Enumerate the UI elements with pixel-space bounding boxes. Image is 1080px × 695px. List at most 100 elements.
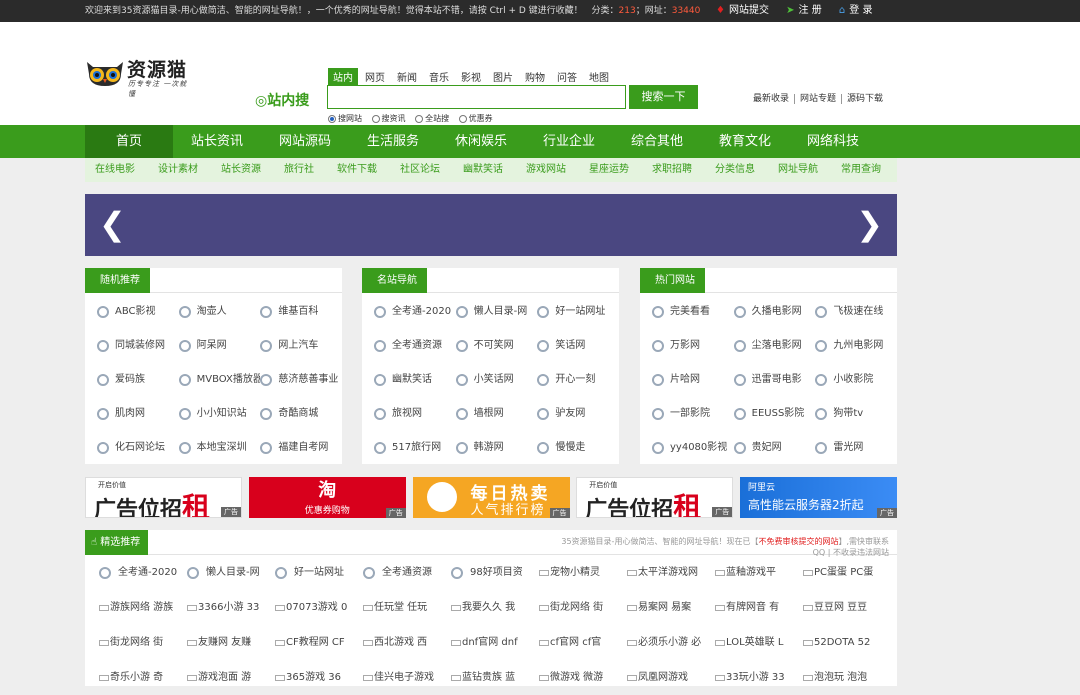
- site-link[interactable]: 肌肉网: [97, 397, 179, 431]
- subnav-link[interactable]: 星座运势: [589, 164, 629, 175]
- site-link[interactable]: 雷光网: [815, 431, 897, 465]
- featured-link[interactable]: 蓝钻贵族 蓝: [451, 660, 539, 695]
- subnav-link[interactable]: 设计素材: [158, 164, 198, 175]
- login-link[interactable]: ⌂ 登 录: [839, 0, 873, 22]
- site-link[interactable]: ABC影视: [97, 295, 179, 329]
- featured-link[interactable]: 游戏泡面 游: [187, 660, 275, 695]
- featured-link[interactable]: 我要久久 我: [451, 590, 539, 625]
- featured-link[interactable]: 友赚网 友赚: [187, 625, 275, 660]
- featured-link[interactable]: 泡泡玩 泡泡: [803, 660, 891, 695]
- subnav-link[interactable]: 站长资源: [221, 164, 261, 175]
- register-link[interactable]: ➤ 注 册: [786, 0, 822, 22]
- site-link[interactable]: 慢慢走: [537, 431, 619, 465]
- subnav-link[interactable]: 旅行社: [284, 164, 314, 175]
- site-link[interactable]: 完美看看: [652, 295, 734, 329]
- site-link[interactable]: 小收影院: [815, 363, 897, 397]
- site-link[interactable]: 贵妃网: [733, 431, 816, 465]
- nav-item[interactable]: 行业企业: [525, 125, 613, 158]
- submit-site-link[interactable]: ♦ 网站提交: [716, 0, 769, 22]
- site-link[interactable]: EEUSS影院: [733, 397, 816, 431]
- featured-link[interactable]: 必须乐小游 必: [627, 625, 715, 660]
- ad-aliyun[interactable]: 阿里云 高性能云服务器2折起 广告: [740, 477, 897, 518]
- featured-link[interactable]: 奇乐小游 奇: [99, 660, 187, 695]
- nav-item[interactable]: 网络科技: [789, 125, 877, 158]
- site-link[interactable]: 化石网论坛: [97, 431, 179, 465]
- subnav-link[interactable]: 网址导航: [778, 164, 818, 175]
- featured-link[interactable]: 街龙网络 街: [99, 625, 187, 660]
- featured-link[interactable]: 好一站网址: [275, 555, 363, 590]
- site-link[interactable]: 万影网: [652, 329, 734, 363]
- site-link[interactable]: 同城装修网: [97, 329, 179, 363]
- featured-link[interactable]: 有牌网音 有: [715, 590, 803, 625]
- ad-taobao[interactable]: 淘 优惠券购物 广告: [248, 477, 406, 518]
- featured-link[interactable]: 全考通-2020: [99, 555, 187, 590]
- subnav-link[interactable]: 软件下载: [337, 164, 377, 175]
- featured-link[interactable]: 西北游戏 西: [363, 625, 451, 660]
- search-input[interactable]: [327, 85, 626, 109]
- subnav-link[interactable]: 游戏网站: [526, 164, 566, 175]
- search-button[interactable]: 搜索一下: [629, 85, 698, 109]
- source-download-link[interactable]: 源码下载: [842, 94, 888, 104]
- subnav-link[interactable]: 常用查询: [841, 164, 881, 175]
- site-link[interactable]: 网上汽车: [260, 329, 342, 363]
- search-tab[interactable]: 新闻: [392, 68, 422, 85]
- search-tab[interactable]: 影视: [456, 68, 486, 85]
- featured-link[interactable]: 懒人目录-网: [187, 555, 275, 590]
- site-link[interactable]: 好一站网址: [537, 295, 619, 329]
- nav-item[interactable]: 休闲娱乐: [437, 125, 525, 158]
- subnav-link[interactable]: 求职招聘: [652, 164, 692, 175]
- featured-link[interactable]: 豆豆网 豆豆: [803, 590, 891, 625]
- site-link[interactable]: 笑话网: [537, 329, 619, 363]
- search-mode-option[interactable]: 搜网站: [328, 113, 362, 124]
- featured-link[interactable]: 98好项目资: [451, 555, 539, 590]
- site-link[interactable]: 小笑话网: [455, 363, 538, 397]
- nav-item[interactable]: 生活服务: [349, 125, 437, 158]
- featured-link[interactable]: 佳兴电子游戏: [363, 660, 451, 695]
- featured-link[interactable]: dnf官网 dnf: [451, 625, 539, 660]
- site-link[interactable]: 韩游网: [455, 431, 538, 465]
- site-link[interactable]: 全考通资源: [374, 329, 456, 363]
- featured-link[interactable]: CF教程网 CF: [275, 625, 363, 660]
- search-tab[interactable]: 图片: [488, 68, 518, 85]
- featured-link[interactable]: 任玩堂 任玩: [363, 590, 451, 625]
- site-link[interactable]: 久播电影网: [733, 295, 816, 329]
- site-link[interactable]: 一部影院: [652, 397, 734, 431]
- site-link[interactable]: 不可笑网: [455, 329, 538, 363]
- site-logo[interactable]: 资源猫 历专专注 一次就懂: [85, 54, 195, 98]
- site-link[interactable]: 墙根网: [455, 397, 538, 431]
- site-link[interactable]: 飞极速在线: [815, 295, 897, 329]
- site-link[interactable]: 爱码族: [97, 363, 179, 397]
- search-tab[interactable]: 网页: [360, 68, 390, 85]
- featured-link[interactable]: PC蛋蛋 PC蛋: [803, 555, 891, 590]
- featured-link[interactable]: 07073游戏 0: [275, 590, 363, 625]
- featured-link[interactable]: cf官网 cf官: [539, 625, 627, 660]
- site-link[interactable]: 懒人目录-网: [455, 295, 538, 329]
- site-link[interactable]: 阿呆网: [178, 329, 261, 363]
- nav-item[interactable]: 站长资讯: [173, 125, 261, 158]
- search-tab[interactable]: 问答: [552, 68, 582, 85]
- site-link[interactable]: 驴友网: [537, 397, 619, 431]
- site-link[interactable]: 维基百科: [260, 295, 342, 329]
- site-link[interactable]: 尘落电影网: [733, 329, 816, 363]
- search-tab[interactable]: 站内: [328, 68, 358, 85]
- latest-link[interactable]: 最新收录: [753, 94, 796, 104]
- search-tab[interactable]: 地图: [584, 68, 614, 85]
- note-red-link[interactable]: 不免费审核提交的网站: [758, 537, 838, 546]
- subnav-link[interactable]: 幽默笑话: [463, 164, 503, 175]
- featured-link[interactable]: 全考通资源: [363, 555, 451, 590]
- search-tab[interactable]: 购物: [520, 68, 550, 85]
- site-link[interactable]: 福建自考网: [260, 431, 342, 465]
- site-link[interactable]: 九州电影网: [815, 329, 897, 363]
- chevron-right-icon[interactable]: ❯: [856, 206, 883, 242]
- featured-link[interactable]: 易案网 易案: [627, 590, 715, 625]
- site-link[interactable]: yy4080影视: [652, 431, 734, 465]
- site-link[interactable]: 淘壶人: [178, 295, 261, 329]
- nav-item[interactable]: 综合其他: [613, 125, 701, 158]
- featured-link[interactable]: 52DOTA 52: [803, 625, 891, 660]
- search-mode-option[interactable]: 优惠券: [458, 113, 493, 124]
- featured-link[interactable]: 太平洋游戏网: [627, 555, 715, 590]
- search-mode-option[interactable]: 搜资讯: [371, 113, 406, 124]
- ad-slot-rent[interactable]: 开启价值 广告位招租 广告: [85, 477, 242, 518]
- site-link[interactable]: 旅视网: [374, 397, 456, 431]
- featured-link[interactable]: 宠物小精灵: [539, 555, 627, 590]
